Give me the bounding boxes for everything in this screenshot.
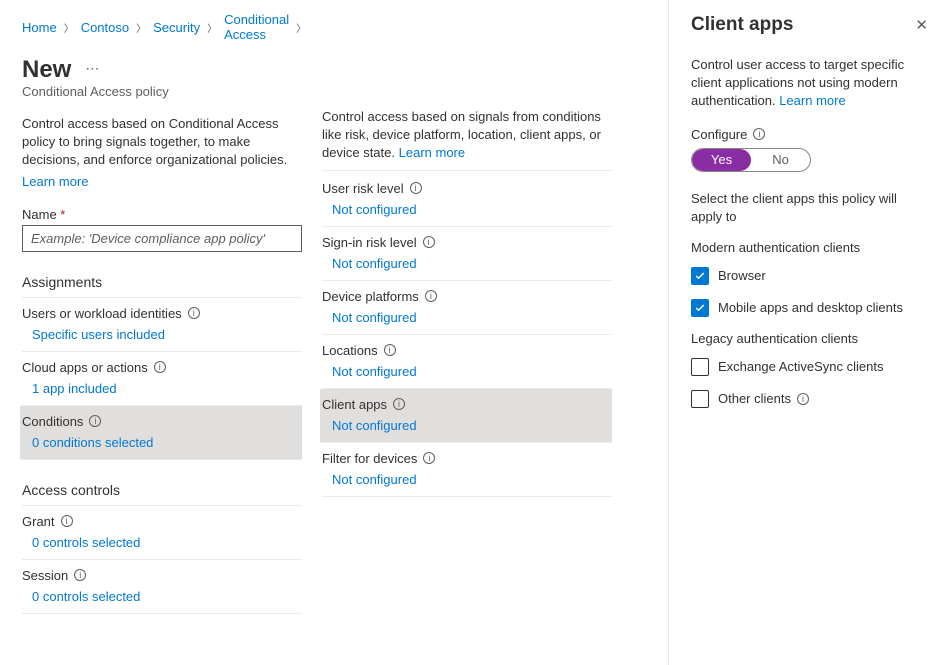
condition-client-apps-label: Client apps: [322, 397, 387, 412]
condition-client-apps[interactable]: Client apps i Not configured: [320, 389, 612, 443]
assignment-apps[interactable]: Cloud apps or actions i 1 app included: [22, 352, 302, 406]
condition-device-platforms-label: Device platforms: [322, 289, 419, 304]
checkbox-other-clients-label: Other clientsi: [718, 391, 809, 406]
condition-signin-risk[interactable]: Sign-in risk level i Not configured: [322, 227, 612, 281]
chevron-right-icon: 〉: [64, 20, 74, 35]
toggle-no[interactable]: No: [751, 149, 810, 171]
page-subtitle: Conditional Access policy: [22, 84, 302, 99]
condition-device-platforms[interactable]: Device platforms i Not configured: [322, 281, 612, 335]
panel-learn-more-link[interactable]: Learn more: [779, 93, 845, 108]
condition-filter-devices-value[interactable]: Not configured: [322, 466, 612, 496]
condition-user-risk-label: User risk level: [322, 181, 404, 196]
configure-toggle[interactable]: Yes No: [691, 148, 811, 172]
assignment-users[interactable]: Users or workload identities i Specific u…: [22, 298, 302, 352]
info-icon[interactable]: i: [61, 515, 73, 527]
info-icon[interactable]: i: [797, 393, 809, 405]
access-grant-value[interactable]: 0 controls selected: [22, 529, 302, 559]
condition-signin-risk-label: Sign-in risk level: [322, 235, 417, 250]
info-icon[interactable]: i: [753, 128, 765, 140]
assignments-heading: Assignments: [22, 274, 302, 298]
checkbox-eas[interactable]: Exchange ActiveSync clients: [691, 358, 926, 376]
info-icon[interactable]: i: [188, 307, 200, 319]
page-title: New: [22, 56, 71, 84]
learn-more-link-conditions[interactable]: Learn more: [399, 145, 465, 160]
assignment-conditions-value[interactable]: 0 conditions selected: [22, 429, 302, 459]
legacy-clients-heading: Legacy authentication clients: [691, 331, 926, 346]
info-icon[interactable]: i: [423, 236, 435, 248]
info-icon[interactable]: i: [410, 182, 422, 194]
checkbox-browser[interactable]: Browser: [691, 267, 926, 285]
condition-locations-label: Locations: [322, 343, 378, 358]
assignment-conditions-label: Conditions: [22, 414, 83, 429]
checkbox-icon: [691, 390, 709, 408]
chevron-right-icon: 〉: [296, 20, 306, 35]
more-icon[interactable]: ⋯: [85, 60, 100, 77]
condition-device-platforms-value[interactable]: Not configured: [322, 304, 612, 334]
check-icon: [691, 299, 709, 317]
access-session-label: Session: [22, 568, 68, 583]
check-icon: [691, 267, 709, 285]
condition-user-risk[interactable]: User risk level i Not configured: [322, 173, 612, 227]
access-session-value[interactable]: 0 controls selected: [22, 583, 302, 613]
info-icon[interactable]: i: [393, 398, 405, 410]
checkbox-eas-label: Exchange ActiveSync clients: [718, 359, 883, 374]
assignment-conditions[interactable]: Conditions i 0 conditions selected: [20, 406, 302, 460]
checkbox-other-clients[interactable]: Other clientsi: [691, 390, 926, 408]
breadcrumb-conditional-access[interactable]: Conditional Access: [224, 12, 289, 42]
breadcrumb-security[interactable]: Security: [153, 20, 200, 35]
policy-name-input[interactable]: [22, 225, 302, 252]
info-icon[interactable]: i: [425, 290, 437, 302]
chevron-right-icon: 〉: [136, 20, 146, 35]
condition-filter-devices[interactable]: Filter for devices i Not configured: [322, 443, 612, 497]
modern-clients-heading: Modern authentication clients: [691, 240, 926, 255]
condition-locations[interactable]: Locations i Not configured: [322, 335, 612, 389]
access-controls-heading: Access controls: [22, 482, 302, 506]
select-prompt: Select the client apps this policy will …: [691, 190, 926, 226]
breadcrumb-home[interactable]: Home: [22, 20, 57, 35]
info-icon[interactable]: i: [74, 569, 86, 581]
chevron-right-icon: 〉: [207, 20, 217, 35]
configure-label: Configure: [691, 127, 747, 142]
condition-filter-devices-label: Filter for devices: [322, 451, 417, 466]
client-apps-panel: Client apps ✕ Control user access to tar…: [668, 0, 948, 665]
checkbox-mobile-desktop-label: Mobile apps and desktop clients: [718, 300, 903, 315]
checkbox-mobile-desktop[interactable]: Mobile apps and desktop clients: [691, 299, 926, 317]
condition-user-risk-value[interactable]: Not configured: [322, 196, 612, 226]
name-label: Name: [22, 207, 302, 222]
breadcrumb: Home 〉 Contoso 〉 Security 〉 Conditional …: [22, 12, 302, 42]
assignment-users-label: Users or workload identities: [22, 306, 182, 321]
access-grant-label: Grant: [22, 514, 55, 529]
toggle-yes[interactable]: Yes: [692, 149, 751, 171]
breadcrumb-contoso[interactable]: Contoso: [81, 20, 129, 35]
assignment-apps-value[interactable]: 1 app included: [22, 375, 302, 405]
info-icon[interactable]: i: [384, 344, 396, 356]
assignment-users-value[interactable]: Specific users included: [22, 321, 302, 351]
condition-client-apps-value[interactable]: Not configured: [322, 412, 612, 442]
assignment-apps-label: Cloud apps or actions: [22, 360, 148, 375]
checkbox-icon: [691, 358, 709, 376]
panel-title: Client apps: [691, 14, 926, 36]
info-icon[interactable]: i: [423, 452, 435, 464]
policy-description: Control access based on Conditional Acce…: [22, 115, 302, 170]
condition-locations-value[interactable]: Not configured: [322, 358, 612, 388]
access-session[interactable]: Session i 0 controls selected: [22, 560, 302, 614]
learn-more-link[interactable]: Learn more: [22, 174, 88, 189]
checkbox-browser-label: Browser: [718, 268, 766, 283]
condition-signin-risk-value[interactable]: Not configured: [322, 250, 612, 280]
close-icon[interactable]: ✕: [915, 16, 928, 34]
info-icon[interactable]: i: [89, 415, 101, 427]
access-grant[interactable]: Granti 0 controls selected: [22, 506, 302, 560]
info-icon[interactable]: i: [154, 361, 166, 373]
